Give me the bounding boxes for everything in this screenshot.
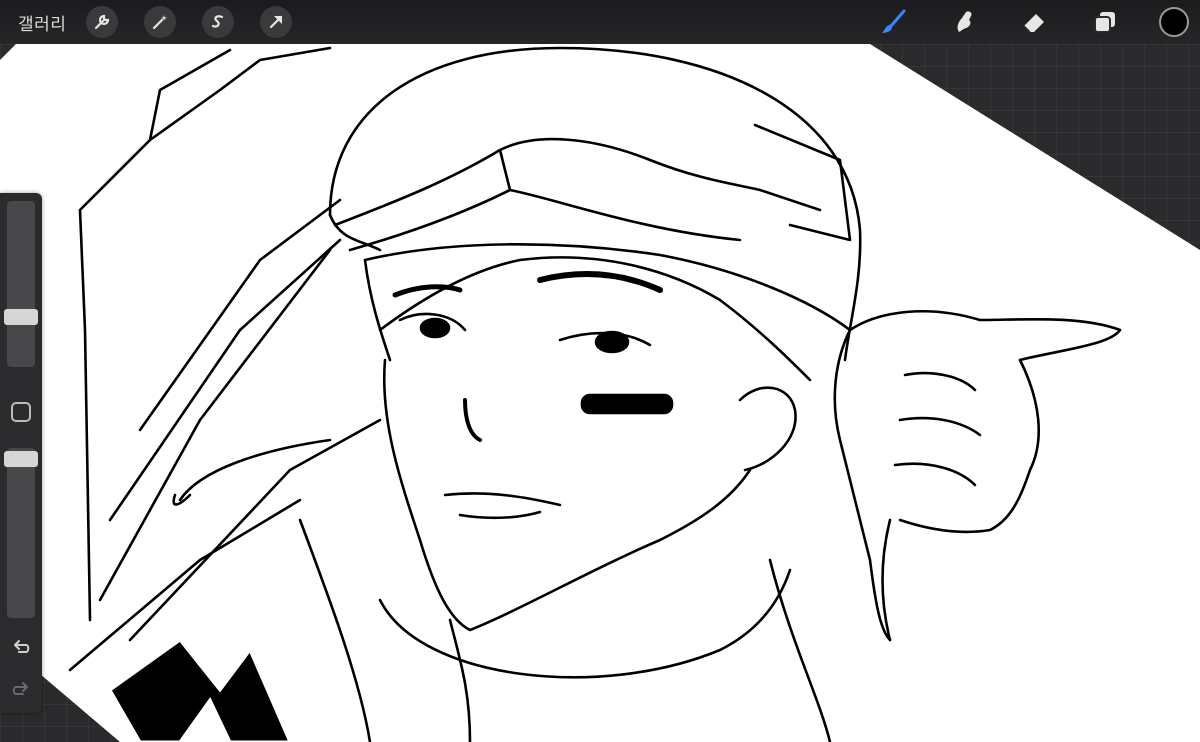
eraser-icon[interactable] — [1018, 6, 1050, 38]
left-sidebar — [0, 193, 42, 713]
gallery-button[interactable]: 갤러리 — [18, 10, 66, 35]
brush-size-thumb[interactable] — [4, 309, 38, 325]
smudge-icon[interactable] — [948, 6, 980, 38]
opacity-thumb[interactable] — [4, 451, 38, 467]
top-toolbar: 갤러리 — [0, 0, 1200, 44]
transform-arrow-icon[interactable] — [260, 6, 292, 38]
magic-wand-icon[interactable] — [144, 6, 176, 38]
drawing-canvas[interactable] — [0, 0, 1200, 742]
brush-icon[interactable] — [877, 6, 909, 38]
wrench-icon[interactable] — [86, 6, 118, 38]
canvas-sheet — [0, 44, 1200, 742]
modify-button[interactable] — [11, 402, 31, 422]
brush-size-slider[interactable] — [7, 201, 35, 367]
selection-icon[interactable] — [202, 6, 234, 38]
redo-icon[interactable] — [9, 677, 33, 701]
opacity-slider[interactable] — [7, 448, 35, 618]
layers-icon[interactable] — [1089, 6, 1121, 38]
color-picker-swatch[interactable] — [1159, 7, 1189, 37]
undo-icon[interactable] — [9, 635, 33, 659]
